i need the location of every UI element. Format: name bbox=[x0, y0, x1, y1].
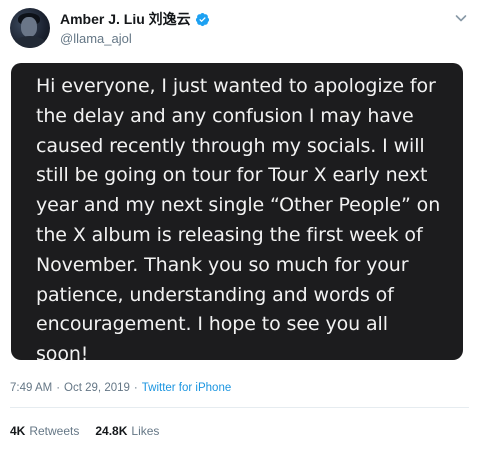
display-name[interactable]: Amber J. Liu 刘逸云 bbox=[60, 9, 191, 29]
avatar-body bbox=[14, 36, 46, 48]
likes-stat[interactable]: 24.8K Likes bbox=[95, 424, 159, 438]
tweet-stats: 4K Retweets 24.8K Likes bbox=[10, 424, 175, 438]
chevron-down-icon[interactable] bbox=[453, 10, 469, 26]
likes-count: 24.8K bbox=[95, 424, 128, 438]
name-row: Amber J. Liu 刘逸云 bbox=[60, 10, 210, 28]
divider bbox=[10, 407, 469, 408]
retweets-count: 4K bbox=[10, 424, 26, 438]
note-text: Hi everyone, I just wanted to apologize … bbox=[36, 75, 441, 366]
tweet: Amber J. Liu 刘逸云 @llama_ajol Hi everyone… bbox=[0, 0, 479, 450]
retweets-label: Retweets bbox=[29, 424, 80, 438]
retweets-stat[interactable]: 4K Retweets bbox=[10, 424, 79, 438]
avatar-face bbox=[21, 17, 37, 37]
tweet-date[interactable]: Oct 29, 2019 bbox=[64, 382, 130, 394]
tweet-meta: 7:49 AM · Oct 29, 2019 · Twitter for iPh… bbox=[10, 382, 231, 394]
tweet-header: Amber J. Liu 刘逸云 @llama_ajol bbox=[10, 8, 469, 50]
author-handle[interactable]: @llama_ajol bbox=[60, 31, 210, 46]
notes-screenshot-image[interactable]: Hi everyone, I just wanted to apologize … bbox=[11, 63, 463, 365]
tweet-source-link[interactable]: Twitter for iPhone bbox=[142, 382, 231, 394]
meta-separator-2: · bbox=[133, 382, 138, 394]
likes-label: Likes bbox=[131, 424, 160, 438]
verified-badge-icon bbox=[195, 12, 209, 26]
author-names[interactable]: Amber J. Liu 刘逸云 @llama_ajol bbox=[60, 10, 210, 46]
avatar[interactable] bbox=[10, 8, 50, 48]
meta-separator: · bbox=[56, 382, 61, 394]
tweet-time[interactable]: 7:49 AM bbox=[10, 382, 52, 394]
